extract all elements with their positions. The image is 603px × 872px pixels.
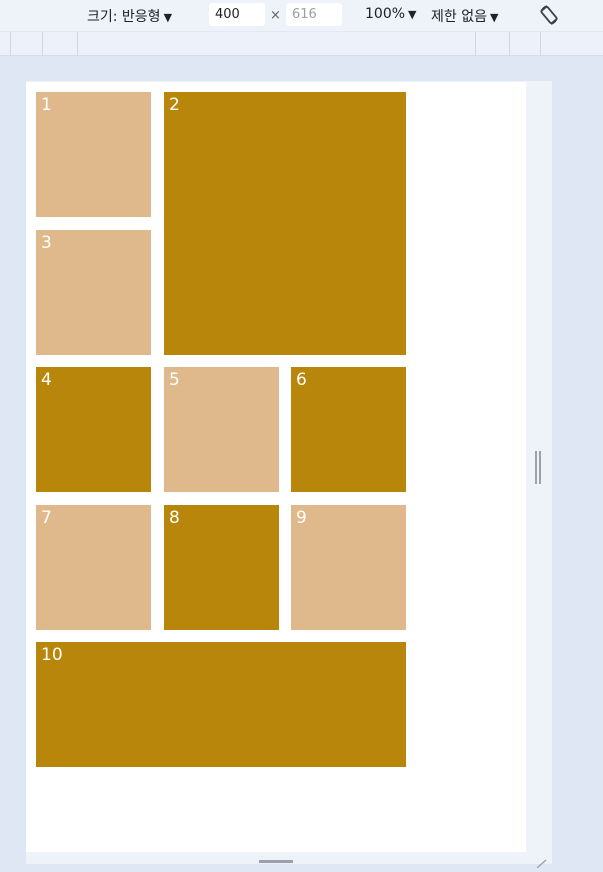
- grid-item-4: 4: [36, 367, 151, 492]
- zoom-dropdown[interactable]: 100% ▼: [365, 6, 417, 22]
- grid-item-label: 9: [296, 508, 307, 528]
- throttle-dropdown[interactable]: 제한 없음 ▼: [431, 6, 498, 26]
- grid-item-5: 5: [164, 367, 279, 492]
- rotate-icon[interactable]: [537, 3, 561, 27]
- caret-down-icon: ▼: [163, 11, 173, 24]
- grid-item-9: 9: [291, 505, 406, 630]
- grid-item-label: 1: [41, 95, 52, 115]
- device-toolbar: 크기: 반응형 ▼ 400 × 616 100% ▼ 제한 없음 ▼: [0, 0, 603, 31]
- resize-corner-icon[interactable]: [533, 853, 547, 869]
- grid-item-label: 6: [296, 370, 307, 390]
- caret-down-icon: ▼: [408, 8, 417, 21]
- grid-item-1: 1: [36, 92, 151, 217]
- zoom-label: 100%: [365, 6, 406, 22]
- ruler-mark: [10, 32, 11, 56]
- grid-item-label: 7: [41, 508, 52, 528]
- dimensions-label: 크기: 반응형: [87, 9, 161, 25]
- grid-item-label: 10: [41, 645, 63, 665]
- ruler-mark: [509, 32, 510, 56]
- grid-item-8: 8: [164, 505, 279, 630]
- grid-item-6: 6: [291, 367, 406, 492]
- grid-item-label: 8: [169, 508, 180, 528]
- ruler-mark: [42, 32, 43, 56]
- width-input[interactable]: 400: [209, 3, 265, 26]
- ruler-mark: [540, 32, 541, 56]
- caret-down-icon: ▼: [489, 11, 499, 24]
- page-viewport: 1 2 3 4 5 6 7 8 9 10: [26, 82, 526, 852]
- times-sign: ×: [270, 8, 281, 23]
- ruler-mark: [77, 32, 78, 56]
- resize-handle-right[interactable]: [535, 451, 541, 484]
- grid-item-label: 4: [41, 370, 52, 390]
- grid-item-10: 10: [36, 642, 406, 767]
- grid-item-label: 2: [169, 95, 180, 115]
- height-input[interactable]: 616: [286, 3, 342, 26]
- ruler-mark: [475, 32, 476, 56]
- grid-item-3: 3: [36, 230, 151, 355]
- grid-item-label: 3: [41, 233, 52, 253]
- throttle-label: 제한 없음: [431, 9, 487, 25]
- grid-item-label: 5: [169, 370, 180, 390]
- grid-item-2: 2: [164, 92, 406, 355]
- media-query-bar[interactable]: [0, 31, 603, 56]
- grid-item-7: 7: [36, 505, 151, 630]
- resize-handle-bottom[interactable]: [259, 860, 293, 863]
- dimensions-dropdown[interactable]: 크기: 반응형 ▼: [87, 6, 172, 26]
